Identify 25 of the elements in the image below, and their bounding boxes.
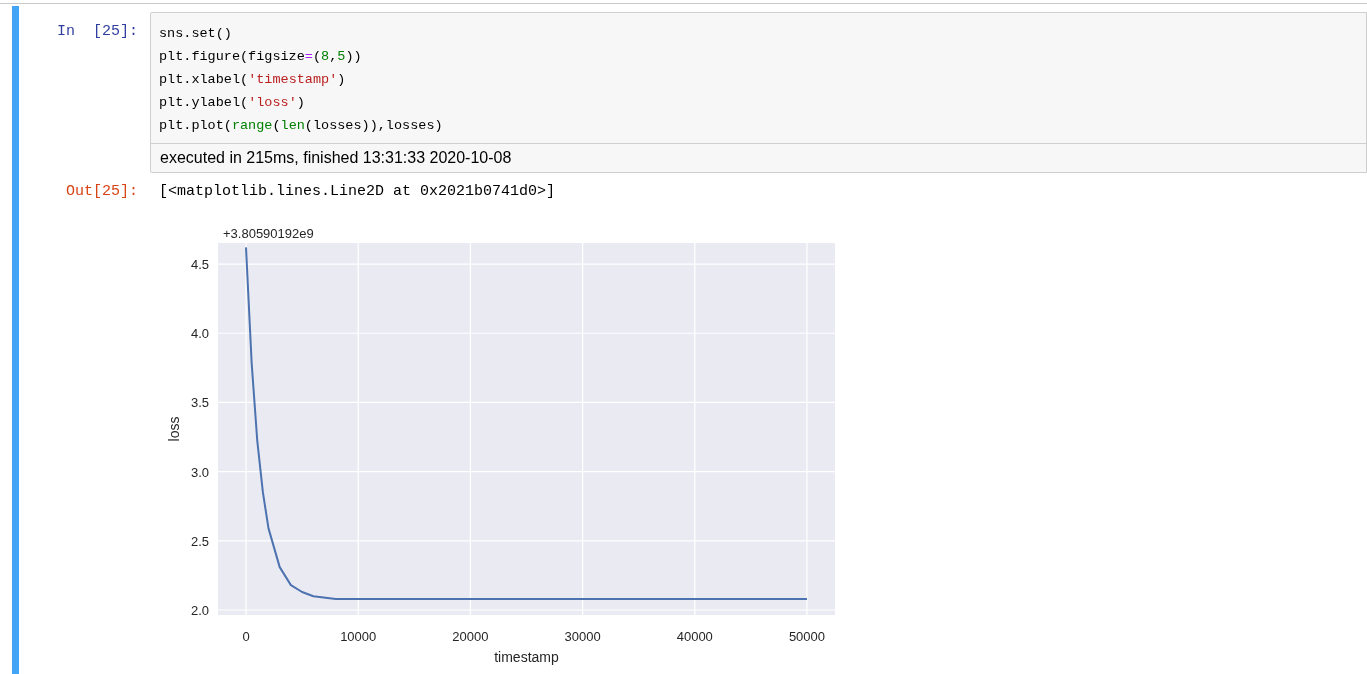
x-tick-label: 10000 bbox=[340, 628, 377, 644]
x-tick-label: 0 bbox=[242, 628, 250, 644]
code-line: sns.set() bbox=[159, 25, 232, 43]
y-tick-label: 3.0 bbox=[190, 464, 209, 480]
execution-info: executed in 215ms, finished 13:31:33 2020-10-08 bbox=[151, 143, 1366, 172]
x-axis-label: timestamp bbox=[494, 648, 559, 665]
output-text: [<matplotlib.lines.Line2D at 0x2021b0741d0>] bbox=[158, 182, 556, 202]
x-tick-label: 30000 bbox=[564, 628, 601, 644]
y-tick-label: 2.0 bbox=[190, 602, 209, 618]
x-tick-label: 20000 bbox=[452, 628, 489, 644]
output-prompt: Out[25]: bbox=[65, 182, 139, 202]
input-prompt: In [25]: bbox=[56, 22, 139, 42]
y-tick-label: 2.5 bbox=[190, 533, 209, 549]
y-tick-label: 4.5 bbox=[190, 256, 209, 272]
code-cell[interactable]: sns.set() plt.figure(figsize=(8,5)) plt.xlabel('timestamp') plt.ylabel('loss') plt.plot(range(len(losses)),losses) executed in 215ms, finished 13:31:33 2020-10-08 bbox=[150, 12, 1367, 173]
offset-label: +3.80590192e9 bbox=[223, 225, 314, 241]
code-line: plt.plot(range(len(losses)),losses) bbox=[159, 117, 443, 135]
x-tick-label: 40000 bbox=[676, 628, 713, 644]
code-line: plt.ylabel('loss') bbox=[159, 94, 305, 112]
code-line: plt.xlabel('timestamp') bbox=[159, 71, 346, 89]
y-tick-label: 4.0 bbox=[190, 325, 209, 341]
y-axis-label: loss bbox=[166, 416, 182, 441]
y-tick-label: 3.5 bbox=[190, 394, 209, 410]
code-line: plt.figure(figsize=(8,5)) bbox=[159, 48, 362, 66]
x-tick-label: 50000 bbox=[788, 628, 826, 644]
